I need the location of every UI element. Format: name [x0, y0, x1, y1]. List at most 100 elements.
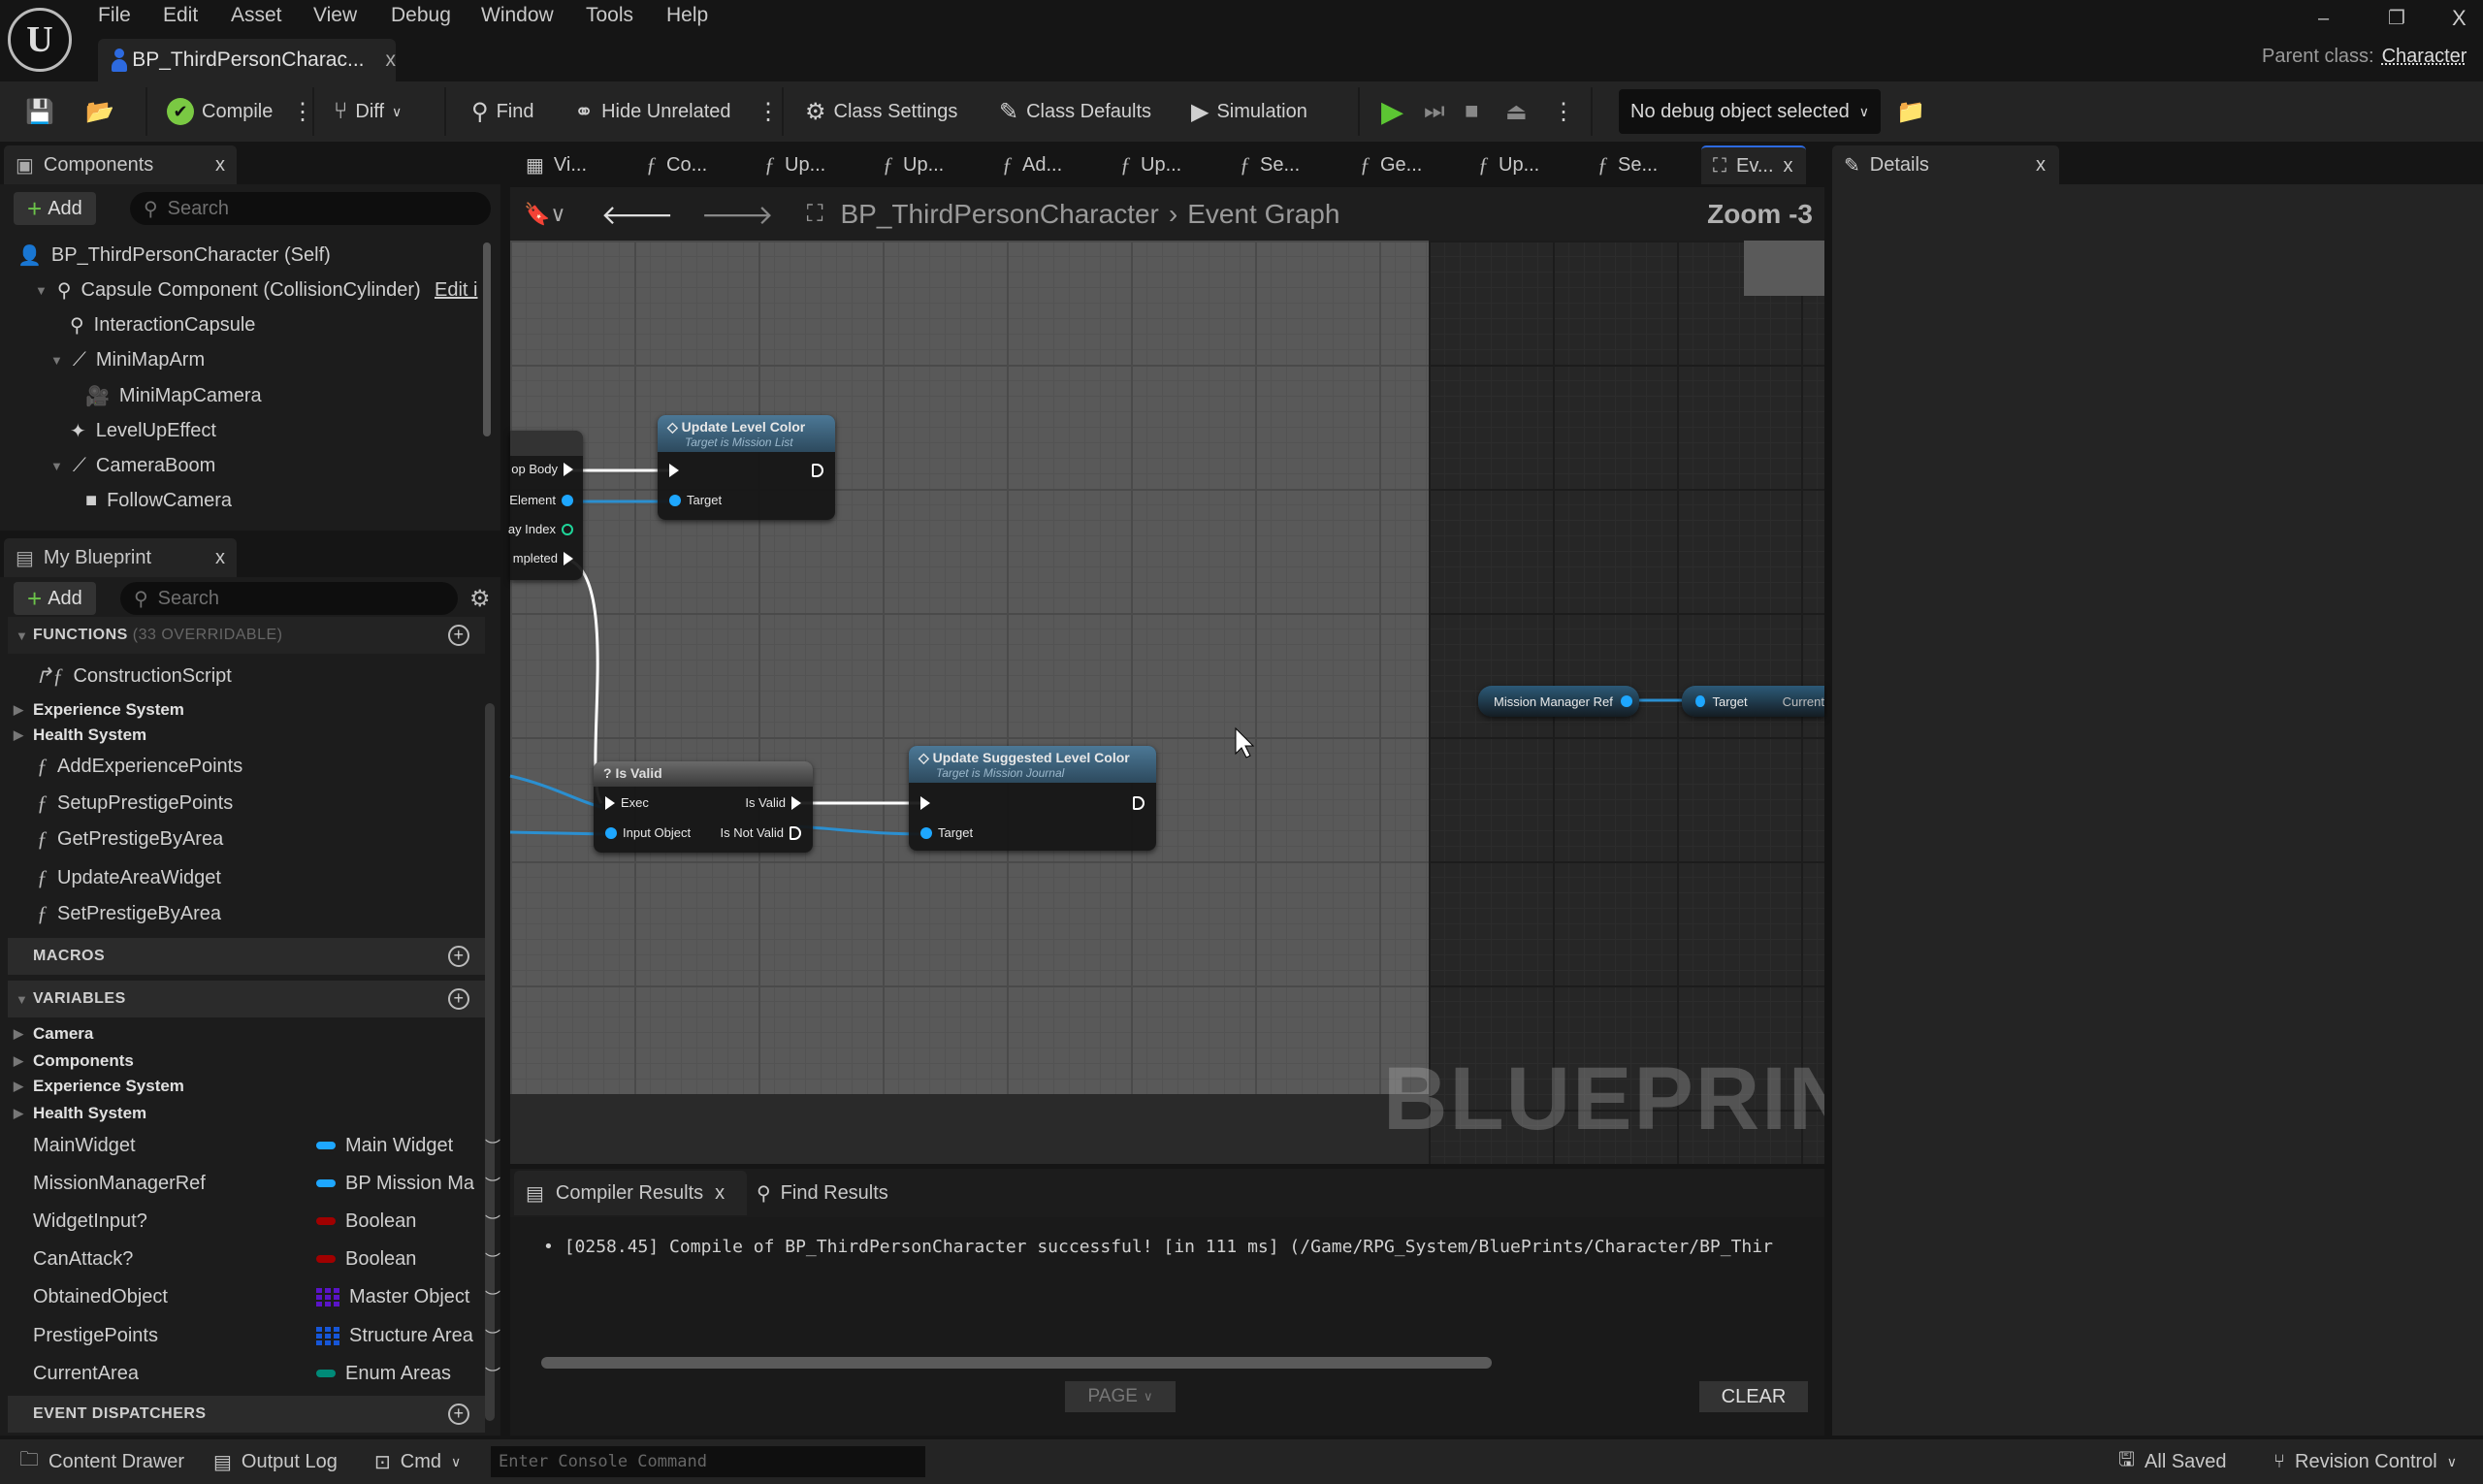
gear-icon[interactable]: ⚙ — [469, 585, 491, 613]
variable-type[interactable]: Master Object — [349, 1286, 469, 1308]
add-function-icon[interactable]: + — [448, 625, 469, 646]
save-icon[interactable]: 💾 — [25, 98, 54, 126]
eye-closed-icon[interactable]: ︶ — [485, 1210, 500, 1233]
clear-button[interactable]: CLEAR — [1699, 1381, 1808, 1412]
my-blueprint-scrollbar[interactable] — [485, 703, 495, 1421]
target-pin[interactable]: Target — [920, 825, 973, 840]
restore-button[interactable]: ❐ — [2388, 6, 2405, 30]
graph-tab[interactable]: ƒ Ge... — [1348, 145, 1422, 184]
parent-class-link[interactable]: Character — [2382, 46, 2467, 68]
console-command-input[interactable]: Enter Console Command — [491, 1446, 925, 1477]
find-button[interactable]: ⚲ Find — [471, 81, 533, 142]
variable-type[interactable]: Boolean — [345, 1248, 416, 1271]
exec-in-pin[interactable]: Exec — [605, 795, 649, 810]
variable-category[interactable]: ▶ Health System — [14, 1099, 146, 1128]
is-valid-node[interactable]: ? Is Valid Exec Is Valid Input Object Is… — [594, 761, 813, 853]
close-icon[interactable]: x — [715, 1182, 725, 1205]
variable-item[interactable]: ObtainedObject Master Object ︶ — [33, 1282, 500, 1311]
update-suggested-level-color-node[interactable]: ◇ Update Suggested Level Color Target is … — [909, 746, 1156, 851]
close-icon[interactable]: x — [1784, 155, 1793, 177]
minimize-button[interactable]: – — [2318, 8, 2329, 30]
exec-out-pin[interactable] — [812, 464, 823, 477]
breadcrumb-root[interactable]: BP_ThirdPersonCharacter — [841, 199, 1159, 230]
menu-window[interactable]: Window — [481, 4, 554, 27]
my-blueprint-search-input[interactable]: ⚲ Search — [120, 582, 458, 615]
graph-tab[interactable]: ƒ Ad... — [990, 145, 1062, 184]
variable-category[interactable]: ▶ Experience System — [14, 1072, 184, 1101]
component-item[interactable]: ⚲ InteractionCapsule — [70, 310, 255, 339]
menu-file[interactable]: File — [98, 4, 131, 27]
back-arrow-icon[interactable]: 🡐 — [601, 198, 674, 231]
more-options-icon[interactable]: ⋮ — [757, 98, 780, 126]
exec-in-pin[interactable] — [669, 464, 679, 477]
menu-edit[interactable]: Edit — [163, 4, 198, 27]
variable-type[interactable]: Structure Area — [349, 1325, 473, 1347]
get-current-node[interactable]: Target Current — [1682, 686, 1824, 717]
components-scrollbar[interactable] — [483, 242, 491, 436]
graph-tab[interactable]: ƒ Co... — [634, 145, 707, 184]
function-item[interactable]: ƒ AddExperiencePoints — [37, 752, 242, 781]
tab-find-results[interactable]: ⚲ Find Results — [757, 1171, 888, 1215]
component-item[interactable]: ▼ ⟋ CameraBoom — [50, 451, 215, 480]
component-item[interactable]: ✦ LevelUpEffect — [70, 416, 216, 445]
function-item[interactable]: ƒ SetPrestigeByArea — [37, 899, 221, 928]
graph-tab[interactable]: ƒ Up... — [871, 145, 944, 184]
variable-type[interactable]: Main Widget — [345, 1135, 453, 1157]
class-settings-button[interactable]: ⚙ Class Settings — [805, 81, 957, 142]
input-object-pin[interactable]: Input Object — [605, 825, 691, 840]
tab-compiler-results[interactable]: ▤ Compiler Results x — [514, 1171, 747, 1215]
play-icon[interactable]: ▶ — [1381, 95, 1403, 129]
graph-tab[interactable]: ƒ Up... — [1109, 145, 1181, 184]
function-item[interactable]: ƒ SetupPrestigePoints — [37, 789, 233, 818]
component-item[interactable]: ▼ ⚲ Capsule Component (CollisionCylinder) E… — [35, 275, 477, 305]
add-variable-icon[interactable]: + — [448, 988, 469, 1010]
bookmark-icon[interactable]: 🔖∨ — [524, 202, 566, 227]
graph-tab[interactable]: ƒ Up... — [1467, 145, 1539, 184]
page-dropdown[interactable]: PAGE ∨ — [1065, 1381, 1176, 1412]
mission-manager-ref-node[interactable]: Mission Manager Ref — [1478, 686, 1639, 717]
tab-my-blueprint[interactable]: ▤ My Blueprint x — [4, 538, 237, 577]
eye-closed-icon[interactable]: ︶ — [485, 1172, 500, 1195]
cmd-dropdown[interactable]: ⊡ Cmd ∨ — [374, 1439, 461, 1484]
close-icon[interactable]: x — [2036, 154, 2046, 177]
unreal-logo[interactable]: U — [8, 8, 72, 72]
edit-link[interactable]: Edit i — [435, 279, 477, 302]
for-each-loop-node[interactable]: op Body Element ay Index mpleted — [508, 431, 583, 580]
variable-category[interactable]: ▶ Camera — [14, 1019, 93, 1048]
variable-item[interactable]: MainWidget Main Widget ︶ — [33, 1131, 500, 1160]
output-log-button[interactable]: ▤ Output Log — [213, 1439, 338, 1484]
expand-arrow-icon[interactable]: ▼ — [50, 353, 63, 368]
tab-components[interactable]: ▣ Components x — [4, 145, 237, 184]
expand-arrow-icon[interactable]: ▼ — [35, 283, 48, 298]
eye-closed-icon[interactable]: ︶ — [485, 1247, 500, 1271]
debug-object-select[interactable]: No debug object selected ∨ — [1619, 89, 1881, 134]
variable-item[interactable]: CurrentArea Enum Areas ︶ — [33, 1359, 500, 1388]
element-pin[interactable]: Element — [509, 493, 573, 507]
function-item[interactable]: ƒ GetPrestigeByArea — [37, 824, 223, 854]
class-defaults-button[interactable]: ✎ Class Defaults — [999, 81, 1151, 142]
diff-button[interactable]: ⑂ Diff ∨ — [334, 81, 402, 142]
target-pin[interactable]: Target — [669, 493, 722, 507]
compile-options-icon[interactable]: ⋮ — [291, 98, 314, 126]
component-item[interactable]: 🎥 MiniMapCamera — [85, 381, 262, 410]
component-item[interactable]: ▼ ⟋ MiniMapArm — [50, 345, 205, 374]
functions-section-header[interactable]: ▼ FUNCTIONS (33 OVERRIDABLE) + — [8, 617, 485, 654]
menu-asset[interactable]: Asset — [231, 4, 282, 27]
add-component-button[interactable]: + Add — [14, 192, 96, 225]
variables-section-header[interactable]: ▼ VARIABLES + — [8, 981, 485, 1017]
all-saved-button[interactable]: 🖫 All Saved — [2118, 1439, 2227, 1484]
content-drawer-button[interactable]: 🗀 Content Drawer — [19, 1439, 184, 1484]
close-icon[interactable]: x — [215, 154, 225, 177]
variable-type[interactable]: BP Mission Ma — [345, 1173, 474, 1195]
variable-item[interactable]: CanAttack? Boolean ︶ — [33, 1244, 500, 1274]
array-index-pin[interactable]: ay Index — [508, 522, 573, 536]
close-icon[interactable]: x — [215, 547, 225, 569]
eye-closed-icon[interactable]: ︶ — [485, 1362, 500, 1385]
hide-unrelated-button[interactable]: ⚭ Hide Unrelated — [574, 81, 731, 142]
exec-out-pin[interactable] — [1133, 796, 1145, 810]
components-search-input[interactable]: ⚲ Search — [130, 192, 491, 225]
function-item[interactable]: ↱ƒ ConstructionScript — [35, 661, 232, 691]
play-options-icon[interactable]: ⋮ — [1552, 98, 1575, 126]
eject-icon[interactable]: ⏏ — [1505, 98, 1528, 126]
eye-closed-icon[interactable]: ︶ — [485, 1134, 500, 1157]
